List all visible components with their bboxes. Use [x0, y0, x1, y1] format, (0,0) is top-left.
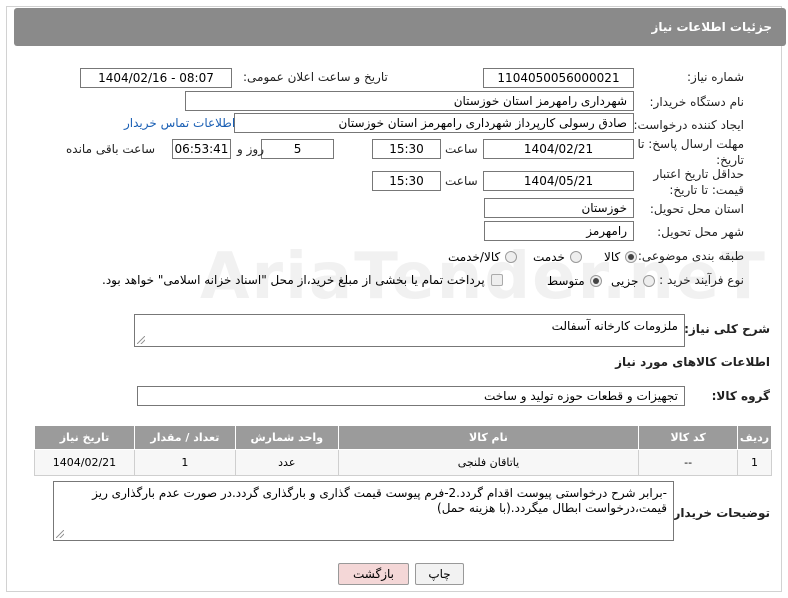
deadline-time-field: 15:30	[372, 139, 441, 159]
announce-label: تاریخ و ساعت اعلان عمومی:	[243, 70, 388, 84]
description-textarea[interactable]: ملزومات کارخانه آسفالت	[134, 314, 685, 347]
radio-icon[interactable]	[589, 275, 602, 287]
buyer-notes-label: توضیحات خریدار:	[668, 506, 770, 520]
description-label: شرح کلی نیاز:	[684, 322, 770, 336]
items-table: ردیف کد کالا نام کالا واحد شمارش تعداد /…	[34, 425, 772, 476]
deadline-label: مهلت ارسال پاسخ: تا تاریخ:	[637, 137, 744, 167]
cell-row: 1	[737, 449, 772, 476]
city-field: رامهرمز	[484, 221, 634, 241]
creator-field: صادق رسولی کارپرداز شهرداری رامهرمز استا…	[234, 113, 634, 133]
announce-field: 1404/02/16 - 08:07	[80, 68, 232, 88]
cell-need-date: 1404/02/21	[34, 449, 135, 476]
remaining-label: ساعت باقی مانده	[66, 142, 156, 156]
deadline-date-field: 1404/02/21	[483, 139, 634, 159]
process-label: نوع فرآیند خرید :	[659, 273, 744, 287]
col-row: ردیف	[737, 425, 772, 450]
col-code: کد کالا	[638, 425, 739, 450]
cell-code: --	[638, 449, 739, 476]
need-number-label: شماره نیاز:	[687, 70, 744, 84]
category-option-service[interactable]: خدمت	[533, 250, 582, 264]
checkbox-icon[interactable]	[490, 274, 503, 286]
cell-quantity: 1	[133, 449, 236, 476]
contact-info-link[interactable]: اطلاعات تماس خریدار	[124, 116, 235, 130]
deadline-hour-label: ساعت	[445, 142, 478, 156]
category-option-goods[interactable]: کالا	[604, 250, 638, 264]
creator-label: ایجاد کننده درخواست:	[633, 118, 744, 132]
city-label: شهر محل تحویل:	[657, 225, 744, 239]
category-label: طبقه بندی موضوعی:	[637, 249, 744, 263]
days-label: روز و	[237, 142, 264, 156]
validity-time-field: 15:30	[372, 171, 441, 191]
col-quantity: تعداد / مقدار	[133, 425, 236, 450]
radio-icon[interactable]	[569, 251, 582, 263]
process-option-minor[interactable]: جزیی	[611, 274, 656, 288]
goods-section-title: اطلاعات کالاهای مورد نیاز	[615, 355, 770, 369]
radio-icon[interactable]	[505, 251, 518, 263]
col-unit: واحد شمارش	[234, 425, 339, 450]
need-number-field: 1104050056000021	[483, 68, 634, 88]
cell-unit: عدد	[234, 449, 339, 476]
goods-group-label: گروه کالا:	[711, 389, 770, 403]
back-button[interactable]: بازگشت	[338, 563, 409, 585]
validity-label: حداقل تاریخ اعتبار قیمت: تا تاریخ:	[653, 167, 744, 197]
process-option-medium[interactable]: متوسط	[547, 274, 602, 288]
cell-name: یاتاقان فلنجی	[337, 449, 640, 476]
table-row: 1 -- یاتاقان فلنجی عدد 1 1404/02/21	[34, 449, 772, 476]
col-need-date: تاریخ نیاز	[34, 425, 135, 450]
page: AriaTender.neT جزئیات اطلاعات نیاز شماره…	[0, 0, 788, 598]
buyer-notes-textarea[interactable]: -برابر شرح درخواستی پیوست اقدام گردد.2-ف…	[53, 481, 674, 541]
validity-hour-label: ساعت	[445, 174, 478, 188]
days-field: 5	[261, 139, 334, 159]
buyer-org-label: نام دستگاه خریدار:	[649, 95, 745, 109]
col-name: نام کالا	[337, 425, 640, 450]
buyer-org-field: شهرداری رامهرمز استان خوزستان	[185, 91, 634, 111]
radio-icon[interactable]	[625, 251, 638, 263]
province-label: استان محل تحویل:	[649, 202, 744, 216]
province-field: خوزستان	[484, 198, 634, 218]
goods-group-field: تجهیزات و قطعات حوزه تولید و ساخت	[137, 386, 685, 406]
radio-icon[interactable]	[643, 275, 656, 287]
validity-date-field: 1404/05/21	[483, 171, 634, 191]
page-title: جزئیات اطلاعات نیاز	[651, 20, 772, 34]
category-option-both[interactable]: کالا/خدمت	[448, 250, 518, 264]
table-header-row: ردیف کد کالا نام کالا واحد شمارش تعداد /…	[34, 425, 772, 450]
remaining-time-field: 06:53:41	[172, 139, 231, 159]
treasury-payment-option[interactable]: پرداخت تمام یا بخشی از مبلغ خرید،از محل …	[102, 273, 503, 287]
print-button[interactable]: چاپ	[415, 563, 464, 585]
page-title-bar: جزئیات اطلاعات نیاز	[14, 8, 786, 46]
